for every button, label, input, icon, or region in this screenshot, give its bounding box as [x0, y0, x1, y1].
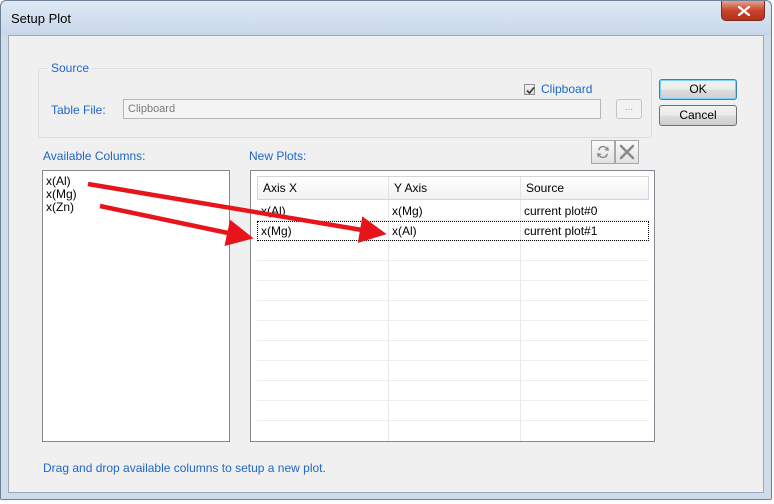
available-columns-list[interactable]: x(Al) x(Mg) x(Zn): [42, 170, 230, 442]
grid-line: [257, 300, 649, 301]
clipboard-label: Clipboard: [541, 82, 593, 96]
grid-line: [257, 280, 649, 281]
table-file-label: Table File:: [51, 103, 106, 117]
cell-axis-x: x(Al): [261, 204, 286, 218]
grid-line: [257, 320, 649, 321]
table-file-input[interactable]: Clipboard: [123, 99, 601, 119]
clipboard-checkbox[interactable]: [524, 83, 535, 95]
grid-line: [257, 400, 649, 401]
grid-line: [257, 420, 649, 421]
ok-button[interactable]: OK: [659, 79, 737, 100]
title-bar[interactable]: Setup Plot: [1, 1, 771, 35]
cell-source: current plot#0: [524, 204, 598, 218]
delete-plot-button[interactable]: [615, 140, 639, 164]
drag-drop-hint: Drag and drop available columns to setup…: [43, 461, 326, 475]
column-header-y-axis[interactable]: Y Axis: [389, 177, 521, 199]
cancel-button[interactable]: Cancel: [659, 105, 737, 126]
close-button[interactable]: [721, 1, 765, 21]
grid-line: [257, 380, 649, 381]
grid-line: [257, 360, 649, 361]
new-plots-label: New Plots:: [249, 149, 307, 163]
new-plots-table[interactable]: Axis X Y Axis Source x(Al) x(Mg) current…: [250, 170, 655, 442]
column-header-axis-x[interactable]: Axis X: [258, 177, 389, 199]
grid-line: [257, 340, 649, 341]
table-row[interactable]: x(Al) x(Mg) current plot#0: [257, 201, 649, 221]
clipboard-checkbox-row[interactable]: Clipboard: [524, 81, 592, 97]
cell-y-axis: x(Al): [392, 224, 417, 238]
list-item[interactable]: x(Zn): [46, 201, 74, 214]
swap-arrows-icon: [597, 145, 609, 159]
dialog-client-area: Source Clipboard Table File: Clipboard .…: [8, 35, 764, 493]
available-columns-label: Available Columns:: [43, 149, 146, 163]
table-header: Axis X Y Axis Source: [257, 176, 649, 200]
cell-axis-x: x(Mg): [261, 224, 292, 238]
setup-plot-dialog: Setup Plot Source Clipboard Table File: …: [0, 0, 772, 500]
window-title: Setup Plot: [11, 11, 71, 26]
checkmark-icon: [526, 86, 535, 94]
source-legend: Source: [48, 61, 93, 75]
grid-line: [257, 260, 649, 261]
swap-axes-button[interactable]: [591, 140, 615, 164]
column-header-source[interactable]: Source: [521, 177, 650, 199]
delete-x-icon: [619, 144, 635, 160]
browse-button[interactable]: ...: [616, 99, 642, 119]
table-row[interactable]: x(Mg) x(Al) current plot#1: [257, 221, 649, 241]
cell-y-axis: x(Mg): [392, 204, 423, 218]
cell-source: current plot#1: [524, 224, 598, 238]
close-x-icon: [738, 6, 750, 16]
